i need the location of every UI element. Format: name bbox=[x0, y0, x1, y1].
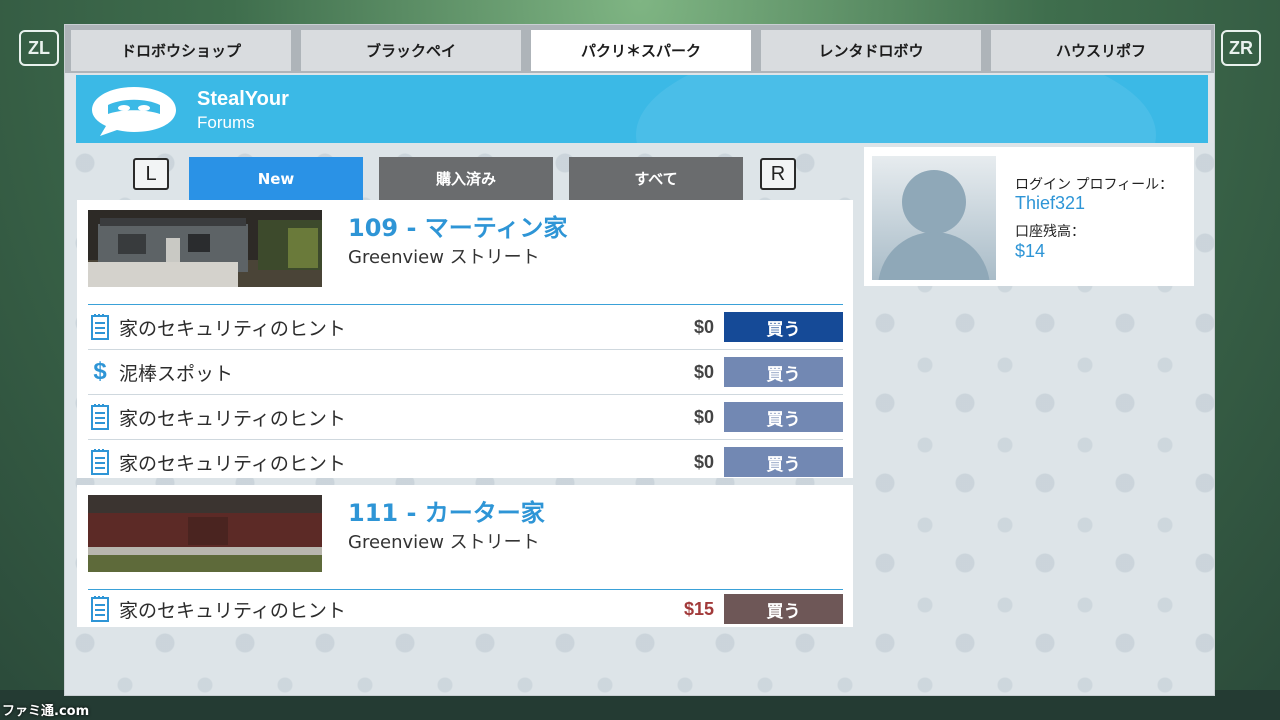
list-item[interactable]: $ 泥棒スポット $0 買う bbox=[88, 350, 843, 395]
buy-button[interactable]: 買う bbox=[724, 357, 843, 387]
listing-items: 家のセキュリティのヒント $15 買う bbox=[88, 589, 843, 628]
item-label: 泥棒スポット bbox=[119, 362, 234, 385]
avatar bbox=[872, 156, 996, 280]
zr-button-hint[interactable]: ZR bbox=[1221, 30, 1261, 66]
property-title[interactable]: 111 - カーター家 bbox=[348, 493, 545, 528]
notepad-icon bbox=[89, 596, 111, 622]
brand-title: StealYour bbox=[197, 88, 289, 110]
item-price: $0 bbox=[693, 316, 714, 337]
dollar-icon: $ bbox=[93, 358, 107, 385]
house-photo-carter bbox=[88, 495, 322, 572]
forum-banner: StealYour Forums bbox=[76, 75, 1208, 143]
property-title[interactable]: 109 - マーティン家 bbox=[348, 208, 567, 243]
zl-button-hint[interactable]: ZL bbox=[19, 30, 59, 66]
buy-button[interactable]: 買う bbox=[724, 402, 843, 432]
property-listing: 111 - カーター家 Greenview ストリート 家のセキュリティのヒント… bbox=[77, 485, 853, 627]
list-item[interactable]: 家のセキュリティのヒント $0 買う bbox=[88, 305, 843, 350]
list-item[interactable]: 家のセキュリティのヒント $15 買う bbox=[88, 590, 843, 628]
profile-panel: ログイン プロフィール： Thief321 口座残高： $14 bbox=[864, 147, 1194, 286]
house-photo-martin bbox=[88, 210, 322, 287]
property-street: Greenview ストリート bbox=[348, 532, 540, 553]
l-button-hint[interactable]: L bbox=[133, 158, 169, 190]
avatar-body-shape bbox=[878, 232, 990, 280]
watermark: ファミ通.com bbox=[2, 704, 90, 719]
tab-black-pay[interactable]: ブラックペイ bbox=[301, 30, 521, 71]
avatar-head-shape bbox=[902, 170, 966, 234]
item-label: 家のセキュリティのヒント bbox=[119, 407, 346, 430]
subtab-all[interactable]: すべて bbox=[569, 157, 743, 200]
brand-subtitle: Forums bbox=[197, 113, 255, 132]
list-item[interactable]: 家のセキュリティのヒント $0 買う bbox=[88, 440, 843, 484]
item-price: $0 bbox=[693, 406, 714, 427]
balance-label: 口座残高： bbox=[1015, 224, 1085, 240]
property-street: Greenview ストリート bbox=[348, 247, 540, 268]
mask-speech-bubble-icon bbox=[92, 87, 176, 136]
subtab-new[interactable]: New bbox=[189, 157, 363, 200]
property-listing: 109 - マーティン家 Greenview ストリート 家のセキュリティのヒン… bbox=[77, 200, 853, 478]
top-tab-bar: ドロボウショップ ブラックペイ パクリ＊スパーク レンタドロボウ ハウスリポフ bbox=[65, 25, 1214, 73]
item-price: $0 bbox=[693, 451, 714, 472]
buy-button[interactable]: 買う bbox=[724, 447, 843, 477]
app-window: ドロボウショップ ブラックペイ パクリ＊スパーク レンタドロボウ ハウスリポフ … bbox=[64, 24, 1215, 696]
buy-button[interactable]: 買う bbox=[724, 312, 843, 342]
item-label: 家のセキュリティのヒント bbox=[119, 599, 346, 622]
r-button-hint[interactable]: R bbox=[760, 158, 796, 190]
tab-renta-thief[interactable]: レンタドロボウ bbox=[761, 30, 981, 71]
login-profile-label: ログイン プロフィール： bbox=[1015, 177, 1174, 193]
notepad-icon bbox=[89, 449, 111, 475]
subtab-purchased[interactable]: 購入済み bbox=[379, 157, 553, 200]
notepad-icon bbox=[89, 314, 111, 340]
listing-items: 家のセキュリティのヒント $0 買う $ 泥棒スポット $0 買う 家のセキュリ… bbox=[88, 304, 843, 484]
banner-decoration bbox=[636, 75, 1156, 143]
item-price: $0 bbox=[693, 361, 714, 382]
item-label: 家のセキュリティのヒント bbox=[119, 317, 346, 340]
tab-thief-shop[interactable]: ドロボウショップ bbox=[71, 30, 291, 71]
notepad-icon bbox=[89, 404, 111, 430]
tab-pakuri-spark[interactable]: パクリ＊スパーク bbox=[531, 30, 751, 71]
balance-value: $14 bbox=[1015, 241, 1046, 261]
item-price: $15 bbox=[683, 598, 714, 619]
item-label: 家のセキュリティのヒント bbox=[119, 452, 346, 475]
tab-house-repo[interactable]: ハウスリポフ bbox=[991, 30, 1211, 71]
buy-button[interactable]: 買う bbox=[724, 594, 843, 624]
username: Thief321 bbox=[1015, 193, 1086, 213]
list-item[interactable]: 家のセキュリティのヒント $0 買う bbox=[88, 395, 843, 440]
